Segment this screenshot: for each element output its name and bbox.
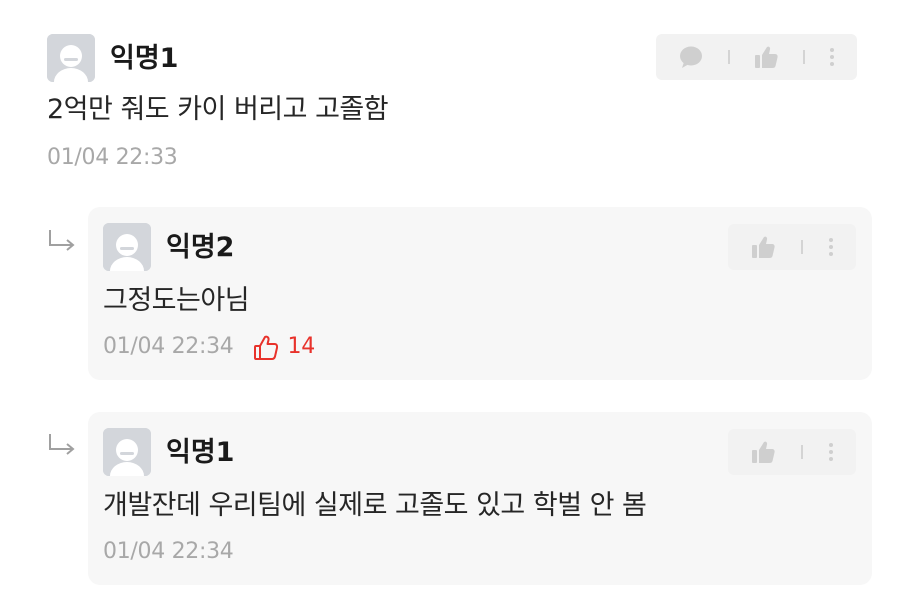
more-button[interactable] (829, 47, 835, 67)
thumbs-up-icon (755, 46, 779, 68)
avatar[interactable] (103, 428, 151, 476)
divider (803, 50, 806, 64)
divider (800, 445, 803, 459)
reply-text: 그정도는아님 (103, 285, 250, 316)
default-avatar-icon (103, 428, 151, 476)
comment-text: 2억만 줘도 카이 버리고 고졸함 (47, 94, 389, 125)
thumbs-up-icon (752, 441, 775, 463)
vertical-dots-icon (830, 48, 835, 66)
reply-author: 익명1 (166, 437, 235, 468)
like-button[interactable] (750, 439, 776, 465)
reply: 익명2 그정도는아님 01/04 22:34 14 (88, 207, 872, 380)
reply-meta: 01/04 22:34 (103, 538, 234, 566)
comment-action-bar (656, 34, 857, 80)
comment-timestamp: 01/04 22:33 (47, 145, 178, 170)
like-count: 14 (252, 333, 315, 361)
avatar[interactable] (103, 223, 151, 271)
vertical-dots-icon (828, 238, 833, 256)
default-avatar-icon (47, 34, 95, 82)
reply-meta: 01/04 22:34 14 (103, 333, 315, 361)
reply-timestamp: 01/04 22:34 (103, 334, 234, 359)
divider (800, 240, 803, 254)
reply-text: 개발잔데 우리팀에 실제로 고졸도 있고 학벌 안 봄 (103, 490, 647, 521)
avatar[interactable] (47, 34, 95, 82)
more-button[interactable] (828, 237, 834, 257)
reply-action-bar (728, 429, 856, 475)
reply-arrow-icon (49, 230, 75, 251)
like-count-value: 14 (287, 334, 316, 359)
reply-author: 익명2 (166, 232, 235, 263)
divider (727, 50, 730, 64)
speech-bubble-icon (679, 46, 702, 68)
comment: 익명1 2억만 줘도 카이 버리고 고졸함 01/04 22:33 (0, 0, 904, 190)
comment-author: 익명1 (110, 43, 179, 74)
reply-timestamp: 01/04 22:34 (103, 539, 234, 564)
reply-arrow-icon (49, 434, 75, 455)
like-button[interactable] (753, 44, 779, 70)
default-avatar-icon (103, 223, 151, 271)
reply-action-bar (728, 224, 856, 270)
comment-reply-button[interactable] (678, 45, 704, 69)
like-button[interactable] (750, 234, 776, 260)
comment-meta: 01/04 22:33 (47, 144, 178, 172)
vertical-dots-icon (828, 443, 833, 461)
more-button[interactable] (828, 442, 834, 462)
reply: 익명1 개발잔데 우리팀에 실제로 고졸도 있고 학벌 안 봄 01/04 22… (88, 412, 872, 585)
thumbs-up-outline-icon (253, 335, 278, 360)
thumbs-up-icon (752, 236, 775, 258)
